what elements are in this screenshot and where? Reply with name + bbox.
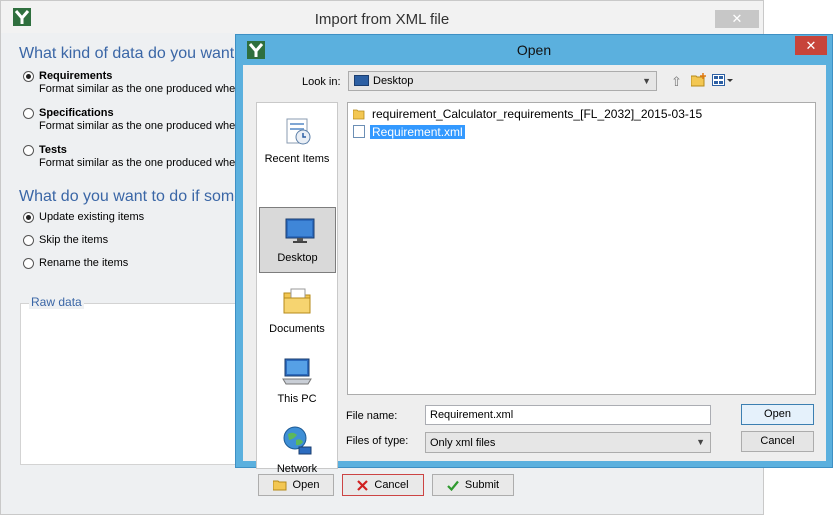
file-list[interactable]: requirement_Calculator_requirements_[FL_… — [347, 102, 816, 395]
import-submit-button[interactable]: Submit — [432, 474, 514, 496]
open-dialog-close-button[interactable]: ✕ — [795, 36, 827, 55]
open-dialog-client: Look in: Desktop ▼ ⇧ Recent Items Deskto… — [243, 65, 826, 475]
radio-button[interactable] — [23, 212, 34, 223]
place-label: Documents — [269, 323, 325, 335]
radio-requirements-desc: Format similar as the one produced when — [39, 83, 242, 95]
desktop-small-icon — [354, 75, 369, 86]
import-cancel-label: Cancel — [374, 479, 409, 491]
checkmark-icon — [447, 480, 459, 491]
radio-button[interactable] — [23, 235, 34, 246]
import-window-titlebar: Import from XML file ✕ — [1, 1, 763, 33]
file-type-label: Files of type: — [346, 435, 409, 447]
import-window-close-button[interactable]: ✕ — [715, 10, 759, 28]
places-bar: Recent Items Desktop Documents This PC N… — [256, 102, 338, 475]
data-kind-heading: What kind of data do you want t — [19, 45, 244, 62]
look-in-dropdown[interactable]: Desktop ▼ — [348, 71, 657, 91]
file-type-value: Only xml files — [430, 437, 496, 449]
view-menu-icon[interactable] — [712, 74, 734, 86]
open-dialog-title: Open — [516, 42, 552, 58]
radio-button[interactable] — [23, 71, 34, 82]
place-this-pc[interactable]: This PC — [257, 349, 337, 415]
documents-icon — [283, 288, 311, 314]
place-network[interactable]: Network — [257, 419, 337, 485]
import-submit-label: Submit — [464, 479, 500, 491]
radio-skip-label: Skip the items — [39, 234, 109, 246]
file-name: Requirement.xml — [369, 124, 466, 140]
dialog-cancel-button[interactable]: Cancel — [741, 431, 814, 452]
xml-file-icon — [353, 125, 365, 138]
dialog-open-button[interactable]: Open — [741, 404, 814, 425]
place-recent-items[interactable]: Recent Items — [257, 109, 337, 175]
file-name: requirement_Calculator_requirements_[FL_… — [372, 107, 703, 121]
place-documents[interactable]: Documents — [257, 279, 337, 345]
radio-button[interactable] — [23, 258, 34, 269]
chevron-down-icon: ▼ — [696, 437, 705, 447]
place-label: Recent Items — [264, 153, 330, 165]
up-folder-icon[interactable]: ⇧ — [671, 74, 682, 90]
cancel-x-icon — [357, 479, 369, 491]
network-icon — [283, 426, 312, 455]
look-in-value: Desktop — [373, 75, 414, 87]
place-label: Desktop — [277, 252, 318, 264]
file-name-label: File name: — [346, 410, 398, 422]
file-type-dropdown[interactable]: Only xml files ▼ — [425, 432, 711, 453]
import-window-title: Import from XML file — [314, 11, 450, 28]
open-file-dialog: Open ✕ Look in: Desktop ▼ ⇧ Recent Items… — [235, 34, 833, 475]
radio-tests-label: Tests — [39, 144, 67, 156]
chevron-down-icon: ▼ — [642, 76, 651, 86]
desktop-icon — [285, 218, 315, 243]
recent-items-icon — [286, 118, 311, 145]
conflict-heading: What do you want to do if some — [19, 188, 244, 205]
radio-requirements-label: Requirements — [39, 70, 113, 82]
file-name-input[interactable] — [425, 405, 711, 425]
radio-specifications-label: Specifications — [39, 107, 114, 119]
radio-button[interactable] — [23, 145, 34, 156]
place-label: This PC — [277, 393, 317, 405]
place-label: Network — [276, 463, 318, 475]
place-desktop[interactable]: Desktop — [259, 207, 336, 273]
folder-icon — [353, 109, 365, 120]
look-in-label: Look in: — [302, 76, 341, 88]
radio-specifications-desc: Format similar as the one produced when — [39, 120, 242, 132]
radio-button[interactable] — [23, 108, 34, 119]
radio-tests-desc: Format similar as the one produced when — [39, 157, 242, 169]
import-cancel-button[interactable]: Cancel — [342, 474, 424, 496]
radio-rename-label: Rename the items — [39, 257, 129, 269]
new-folder-icon[interactable] — [691, 73, 707, 87]
this-pc-icon — [282, 358, 312, 385]
raw-data-label: Raw data — [29, 295, 84, 309]
radio-update-label: Update existing items — [39, 211, 145, 223]
